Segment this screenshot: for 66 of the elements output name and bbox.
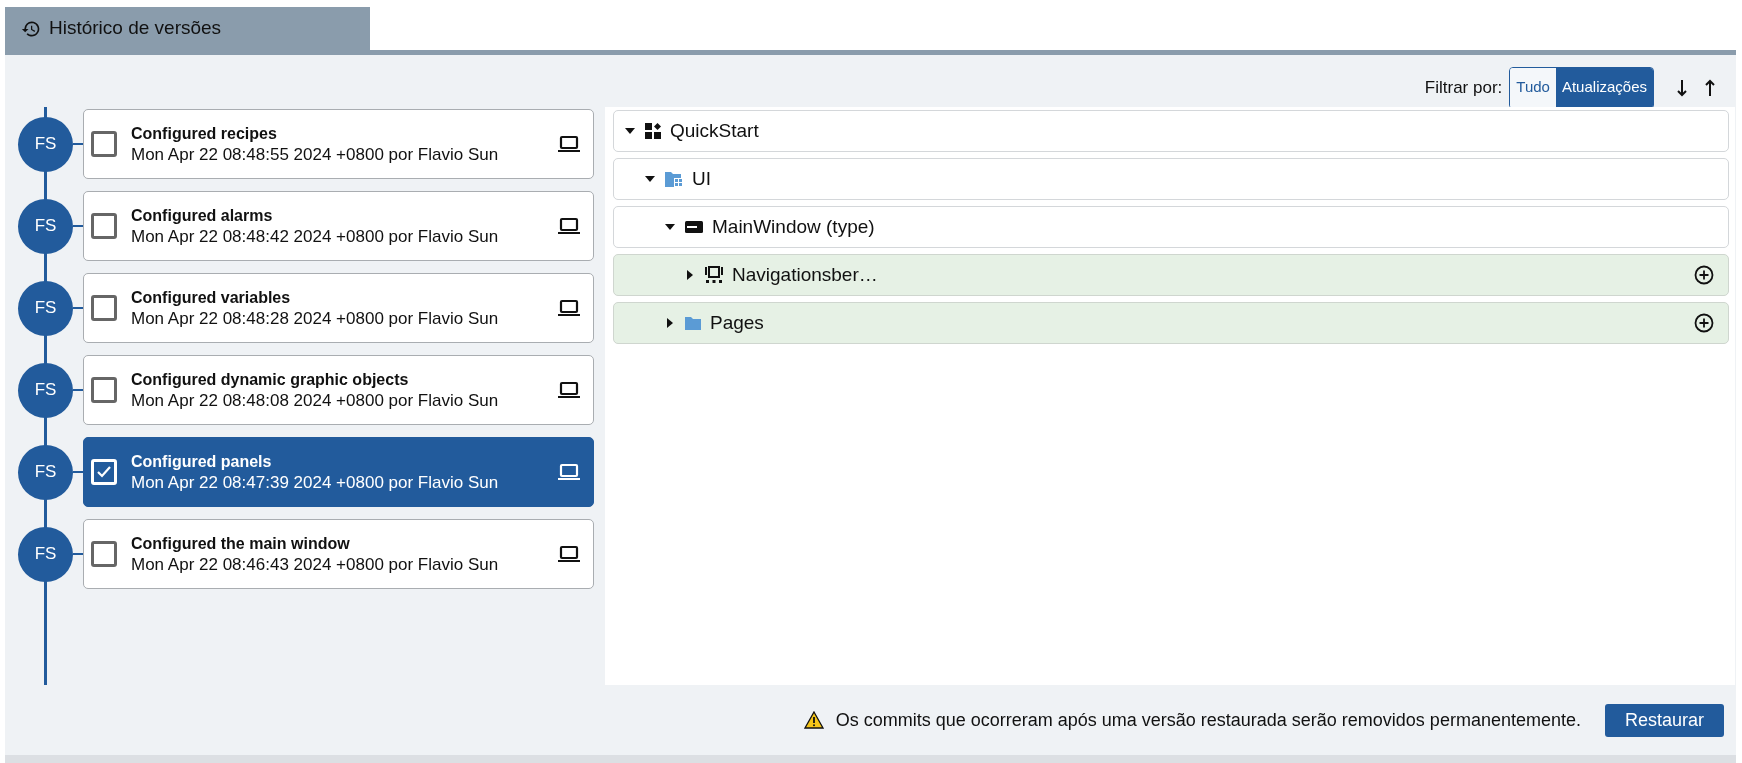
add-icon[interactable] bbox=[1694, 265, 1714, 285]
laptop-icon bbox=[557, 381, 581, 399]
laptop-icon bbox=[557, 463, 581, 481]
tree-label: QuickStart bbox=[670, 118, 760, 143]
commit-title: Configured the main window bbox=[131, 534, 351, 554]
tree-row[interactable]: Navigationsber… bbox=[613, 254, 1729, 296]
commit-title: Configured alarms bbox=[131, 206, 274, 226]
commit-meta: Mon Apr 22 08:47:39 2024 +0800 por Flavio Sun bbox=[131, 472, 500, 493]
laptop-icon bbox=[557, 135, 581, 153]
commit-meta: Mon Apr 22 08:48:42 2024 +0800 por Flavio Sun bbox=[131, 226, 500, 247]
widget-icon bbox=[704, 265, 724, 285]
sort-ascending-icon[interactable] bbox=[1704, 78, 1716, 97]
warning-icon bbox=[803, 711, 824, 729]
sort-descending-icon[interactable] bbox=[1676, 78, 1688, 97]
tree-label: Navigationsber… bbox=[732, 262, 879, 287]
commit-title: Configured dynamic graphic objects bbox=[131, 370, 410, 390]
laptop-icon bbox=[557, 545, 581, 563]
tree-row[interactable]: Pages bbox=[613, 302, 1729, 344]
tree-label: Pages bbox=[710, 310, 765, 335]
avatar: FS bbox=[18, 362, 73, 418]
commit-meta: Mon Apr 22 08:48:55 2024 +0800 por Flavio Sun bbox=[131, 144, 500, 165]
collapse-caret-icon[interactable] bbox=[664, 223, 676, 231]
checkbox[interactable] bbox=[91, 131, 117, 157]
commit-title: Configured panels bbox=[131, 452, 273, 472]
commit-card[interactable]: Configured dynamic graphic objects Mon Apr 22 08:48:08 2024 +0800 por Flavio Sun bbox=[83, 355, 594, 425]
filter-tab[interactable]: Atualizações bbox=[1555, 67, 1653, 108]
tree-label: MainWindow (type) bbox=[712, 214, 876, 239]
restore-button[interactable]: Restaurar bbox=[1604, 703, 1724, 737]
warning-text: Os commits que ocorreram após uma versão restaurada serão removidos permanentemente. bbox=[835, 708, 1581, 732]
panel-title: Histórico de versões bbox=[49, 16, 222, 41]
commit-meta: Mon Apr 22 08:48:28 2024 +0800 por Flavio Sun bbox=[131, 308, 500, 329]
commit-card[interactable]: Configured variables Mon Apr 22 08:48:28 2024 +0800 por Flavio Sun bbox=[83, 273, 594, 343]
folder-icon bbox=[684, 315, 702, 331]
filter-tab[interactable]: Tudo bbox=[1510, 67, 1556, 108]
filter-label: Filtrar por: bbox=[1424, 76, 1503, 99]
commit-title: Configured variables bbox=[131, 288, 292, 308]
commit-title: Configured recipes bbox=[131, 124, 278, 144]
tree-row[interactable]: UI bbox=[613, 158, 1729, 200]
checkmark-icon bbox=[96, 464, 112, 480]
avatar: FS bbox=[18, 280, 73, 336]
grid-icon bbox=[644, 122, 662, 140]
checkbox[interactable] bbox=[91, 213, 117, 239]
commit-meta: Mon Apr 22 08:48:08 2024 +0800 por Flavio Sun bbox=[131, 390, 500, 411]
commit-card[interactable]: Configured the main window Mon Apr 22 08:46:43 2024 +0800 por Flavio Sun bbox=[83, 519, 594, 589]
window-icon bbox=[684, 220, 704, 234]
panel-tab[interactable]: Histórico de versões bbox=[5, 7, 370, 50]
commit-card[interactable]: Configured recipes Mon Apr 22 08:48:55 2024 +0800 por Flavio Sun bbox=[83, 109, 594, 179]
add-icon[interactable] bbox=[1694, 313, 1714, 333]
avatar: FS bbox=[18, 116, 73, 172]
checkbox[interactable] bbox=[91, 295, 117, 321]
commit-card[interactable]: Configured panels Mon Apr 22 08:47:39 2024 +0800 por Flavio Sun bbox=[83, 437, 594, 507]
commit-meta: Mon Apr 22 08:46:43 2024 +0800 por Flavio Sun bbox=[131, 554, 500, 575]
laptop-icon bbox=[557, 217, 581, 235]
tree-label: UI bbox=[692, 166, 712, 191]
avatar: FS bbox=[18, 198, 73, 254]
tree-row[interactable]: QuickStart bbox=[613, 110, 1729, 152]
avatar: FS bbox=[18, 526, 73, 582]
collapse-caret-icon[interactable] bbox=[624, 127, 636, 135]
folder-grid-icon bbox=[664, 170, 684, 188]
checkbox[interactable] bbox=[91, 541, 117, 567]
laptop-icon bbox=[557, 299, 581, 317]
collapse-caret-icon[interactable] bbox=[644, 175, 656, 183]
checkbox[interactable] bbox=[91, 377, 117, 403]
tree-row[interactable]: MainWindow (type) bbox=[613, 206, 1729, 248]
commit-card[interactable]: Configured alarms Mon Apr 22 08:48:42 2024 +0800 por Flavio Sun bbox=[83, 191, 594, 261]
avatar: FS bbox=[18, 444, 73, 500]
